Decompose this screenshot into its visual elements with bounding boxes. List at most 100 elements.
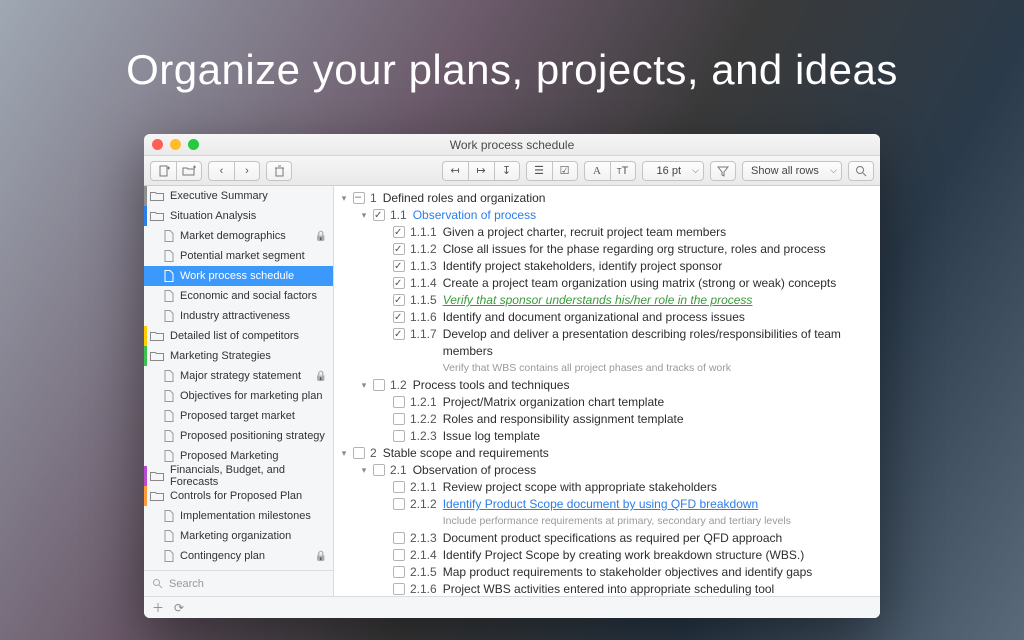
sidebar-item[interactable]: Proposed positioning strategy xyxy=(144,426,333,446)
outline-text: Project/Matrix organization chart templa… xyxy=(443,395,664,409)
sidebar-item[interactable]: Proposed Marketing xyxy=(144,446,333,466)
sidebar-item[interactable]: Detailed list of competitors xyxy=(144,326,333,346)
checkbox[interactable] xyxy=(393,260,405,272)
outline-row[interactable]: ▾1.1Observation of process xyxy=(338,207,872,224)
outline-row[interactable]: 1.1.7Develop and deliver a presentation … xyxy=(338,326,872,377)
sidebar-item[interactable]: Major strategy statement🔒 xyxy=(144,366,333,386)
sidebar-item[interactable]: Industry attractiveness xyxy=(144,306,333,326)
checkbox[interactable] xyxy=(373,464,385,476)
sidebar-item[interactable]: Contingency plan🔒 xyxy=(144,546,333,566)
checkbox[interactable] xyxy=(393,583,405,595)
move-down-button[interactable]: ↧ xyxy=(494,161,520,181)
outline-row[interactable]: 1.1.3Identify project stakeholders, iden… xyxy=(338,258,872,275)
disclosure-triangle-icon[interactable]: ▾ xyxy=(358,377,370,394)
outline-row[interactable]: ▾2.1Observation of process xyxy=(338,462,872,479)
sidebar-item[interactable]: Proposed target market xyxy=(144,406,333,426)
checkbox[interactable] xyxy=(393,243,405,255)
sidebar-item-label: Major strategy statement xyxy=(180,370,301,382)
zoom-icon[interactable] xyxy=(188,139,199,150)
disclosure-triangle-icon[interactable]: ▾ xyxy=(338,445,350,462)
new-folder-button[interactable] xyxy=(176,161,202,181)
checklist-button[interactable]: ☑ xyxy=(552,161,578,181)
checkbox[interactable] xyxy=(393,549,405,561)
outline-row[interactable]: ▾1.2Process tools and techniques xyxy=(338,377,872,394)
filter-button[interactable] xyxy=(710,161,736,181)
sidebar-item[interactable]: Potential market segment xyxy=(144,246,333,266)
outline-row[interactable]: 2.1.2Identify Product Scope document by … xyxy=(338,496,872,530)
checkbox[interactable] xyxy=(393,566,405,578)
outline-row[interactable]: 1.1.1Given a project charter, recruit pr… xyxy=(338,224,872,241)
checkbox[interactable] xyxy=(393,311,405,323)
checkbox[interactable] xyxy=(393,498,405,510)
disclosure-triangle-icon[interactable]: ▾ xyxy=(338,190,350,207)
sidebar-item[interactable]: Marketing organization xyxy=(144,526,333,546)
outdent-icon: ↤ xyxy=(450,164,459,177)
sidebar-item[interactable]: Implementation milestones xyxy=(144,506,333,526)
checkbox[interactable] xyxy=(373,209,385,221)
sidebar-item-label: Implementation milestones xyxy=(180,510,311,522)
nav-back-button[interactable]: ‹ xyxy=(208,161,234,181)
outline-text: Identify Project Scope by creating work … xyxy=(443,548,804,562)
outline-row[interactable]: 1.1.2Close all issues for the phase rega… xyxy=(338,241,872,258)
sidebar-item[interactable]: Market demographics🔒 xyxy=(144,226,333,246)
outline-row[interactable]: 2.1.3Document product specifications as … xyxy=(338,530,872,547)
outdent-button[interactable]: ↤ xyxy=(442,161,468,181)
new-doc-button[interactable] xyxy=(150,161,176,181)
sidebar-item[interactable]: Situation Analysis xyxy=(144,206,333,226)
checkbox[interactable] xyxy=(353,447,365,459)
sidebar-item[interactable]: Financials, Budget, and Forecasts xyxy=(144,466,333,486)
outline-row[interactable]: 2.1.4Identify Project Scope by creating … xyxy=(338,547,872,564)
sidebar-item[interactable]: Executive Summary xyxy=(144,186,333,206)
disclosure-triangle-icon[interactable]: ▾ xyxy=(358,207,370,224)
text-size-button[interactable]: TT xyxy=(610,161,636,181)
outline-row[interactable]: ▾2Stable scope and requirements xyxy=(338,445,872,462)
filter-select[interactable]: Show all rows xyxy=(742,161,842,181)
checkbox[interactable]: – xyxy=(353,192,365,204)
sidebar-item[interactable]: Marketing Strategies xyxy=(144,346,333,366)
font-size-select[interactable]: 16 pt xyxy=(642,161,704,181)
sidebar-item-label: Work process schedule xyxy=(180,270,294,282)
folder-icon xyxy=(150,351,164,361)
sidebar-item[interactable]: Economic and social factors xyxy=(144,286,333,306)
outline-row[interactable]: 1.1.5Verify that sponsor understands his… xyxy=(338,292,872,309)
minimize-icon[interactable] xyxy=(170,139,181,150)
checkbox[interactable] xyxy=(393,226,405,238)
folder-color-bar xyxy=(144,186,147,206)
outline-row[interactable]: ▾–1Defined roles and organization xyxy=(338,190,872,207)
nav-forward-button[interactable]: › xyxy=(234,161,260,181)
checkbox[interactable] xyxy=(393,413,405,425)
outline-row[interactable]: 1.2.3Issue log template xyxy=(338,428,872,445)
sidebar-search[interactable]: Search xyxy=(144,570,333,596)
outline-view[interactable]: ▾–1Defined roles and organization▾1.1Obs… xyxy=(334,186,880,596)
checkbox[interactable] xyxy=(393,532,405,544)
outline-number: 2.1.3 xyxy=(410,530,437,547)
checkbox[interactable] xyxy=(393,294,405,306)
checkbox[interactable] xyxy=(373,379,385,391)
indent-button[interactable]: ↦ xyxy=(468,161,494,181)
add-row-button[interactable]: ＋ xyxy=(152,599,164,616)
sidebar-item[interactable]: Objectives for marketing plan xyxy=(144,386,333,406)
sidebar-item[interactable]: Work process schedule xyxy=(144,266,333,286)
sidebar-item-label: Executive Summary xyxy=(170,190,268,202)
checkbox[interactable] xyxy=(393,430,405,442)
outline-row[interactable]: 2.1.5Map product requirements to stakeho… xyxy=(338,564,872,581)
checkbox[interactable] xyxy=(393,481,405,493)
delete-button[interactable] xyxy=(266,161,292,181)
checkbox[interactable] xyxy=(393,328,405,340)
font-button[interactable]: A xyxy=(584,161,610,181)
checkbox[interactable] xyxy=(393,396,405,408)
sidebar-item-label: Financials, Budget, and Forecasts xyxy=(170,464,327,488)
outline-row[interactable]: 1.1.4Create a project team organization … xyxy=(338,275,872,292)
search-button[interactable] xyxy=(848,161,874,181)
disclosure-triangle-icon[interactable]: ▾ xyxy=(358,462,370,479)
refresh-button[interactable]: ⟳ xyxy=(174,601,184,615)
list-button[interactable]: ☰ xyxy=(526,161,552,181)
outline-row[interactable]: 1.1.6Identify and document organizationa… xyxy=(338,309,872,326)
outline-row[interactable]: 2.1.6Project WBS activities entered into… xyxy=(338,581,872,596)
sidebar-item[interactable]: Controls for Proposed Plan xyxy=(144,486,333,506)
checkbox[interactable] xyxy=(393,277,405,289)
outline-row[interactable]: 1.2.2Roles and responsibility assignment… xyxy=(338,411,872,428)
outline-row[interactable]: 1.2.1Project/Matrix organization chart t… xyxy=(338,394,872,411)
outline-row[interactable]: 2.1.1Review project scope with appropria… xyxy=(338,479,872,496)
close-icon[interactable] xyxy=(152,139,163,150)
